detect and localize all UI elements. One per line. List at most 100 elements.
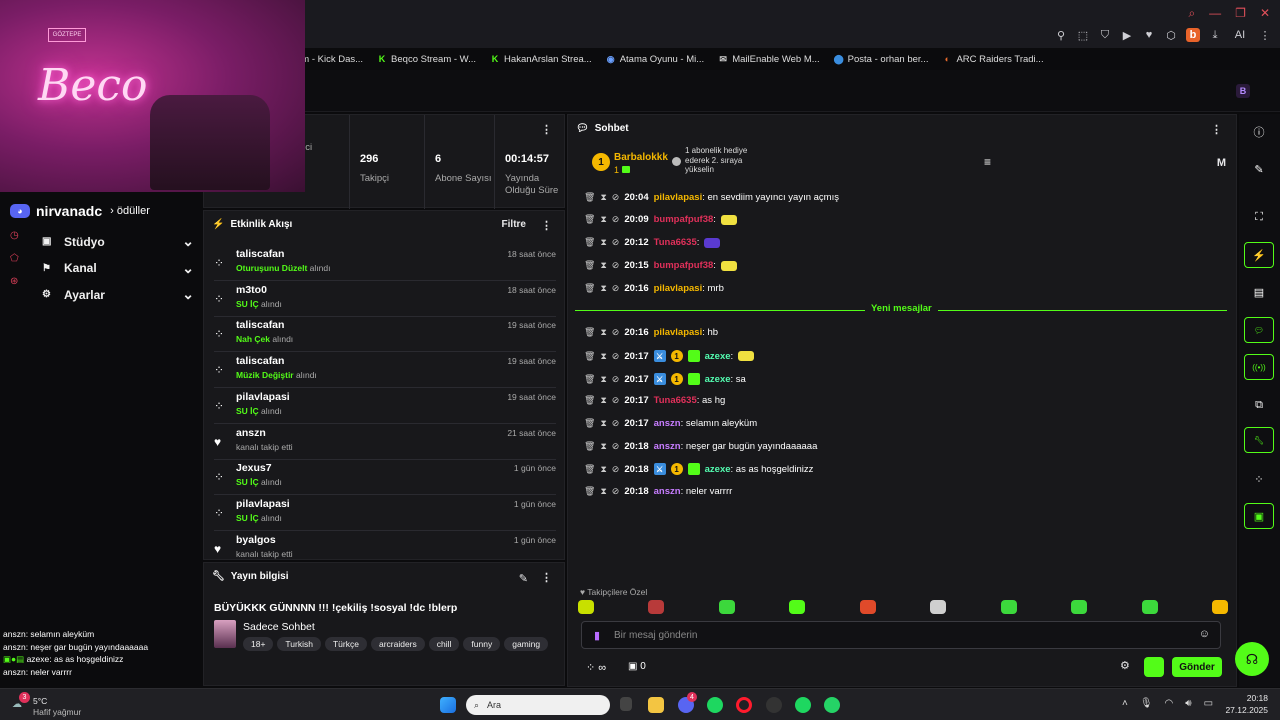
category-name[interactable]: Sadece Sohbet [243, 621, 315, 633]
trash-icon[interactable]: 🗑︎ [584, 395, 595, 406]
emote-button[interactable] [1000, 600, 1017, 614]
rail-screen-icon[interactable]: ⛶ [1244, 204, 1274, 230]
message-user[interactable]: azexe [705, 464, 731, 475]
chat-message[interactable]: 🗑︎ ⧗ ⊘ 20:12 Tuna6635: [584, 237, 721, 248]
clock[interactable]: 20:18 27.12.2025 [1224, 693, 1268, 715]
file-explorer-icon[interactable] [648, 697, 664, 713]
feed-item[interactable]: ⁘ Jexus7 SU İÇ alındı 1 gün önce [214, 460, 556, 496]
rail-pen-icon[interactable]: ✎ [1244, 156, 1274, 182]
timeout-icon[interactable]: ⧗ [600, 192, 606, 203]
trash-icon[interactable]: 🗑︎ [584, 260, 595, 271]
feed-user[interactable]: taliscafan [236, 248, 284, 260]
timeout-icon[interactable]: ⧗ [600, 464, 606, 475]
support-icon[interactable]: ☊ [1235, 642, 1269, 676]
timeout-icon[interactable]: ⧗ [600, 441, 606, 452]
chevron-down-icon[interactable]: ⌄ [182, 286, 194, 303]
feed-item[interactable]: ⁘ pilavlapasi SU İÇ alındı 19 saat önce [214, 389, 556, 424]
tag-chip[interactable]: arcraiders [370, 637, 425, 651]
trash-icon[interactable]: 🗑︎ [584, 464, 595, 475]
ban-icon[interactable]: ⊘ [612, 351, 620, 362]
rail-points-icon[interactable]: ⁘ [1244, 466, 1274, 492]
download-icon[interactable]: ⤓ [1208, 28, 1222, 42]
chest-display[interactable]: ▣ 0 [628, 661, 646, 672]
feed-user[interactable]: pilavlapasi [236, 391, 290, 403]
trash-icon[interactable]: 🗑︎ [584, 351, 595, 362]
feed-item[interactable]: ⁘ taliscafan Nah Çek alındı 19 saat önce [214, 317, 556, 353]
chat-menu-icon[interactable]: ⋮ [1211, 123, 1222, 136]
wifi-icon[interactable]: ◠ [1165, 698, 1174, 709]
edit-icon[interactable]: ✎ [519, 572, 528, 585]
chat-message[interactable]: 🗑︎ ⧗ ⊘ 20:18 ⚔ 1 azexe: as as hoşgeldinizz [584, 463, 813, 475]
extensions-icon[interactable]: ⬡ [1164, 28, 1178, 42]
steam-icon[interactable] [766, 697, 782, 713]
rewards-fragment[interactable]: › ödüller [110, 205, 150, 217]
rail-chat-icon[interactable]: 💬︎ [1244, 317, 1274, 343]
timeout-icon[interactable]: ⧗ [600, 283, 606, 294]
timeout-icon[interactable]: ⧗ [600, 260, 606, 271]
emote-button[interactable] [648, 600, 665, 614]
message-user[interactable]: bumpafpuf38 [654, 260, 714, 271]
timeout-icon[interactable]: ⧗ [600, 214, 606, 225]
trash-icon[interactable]: 🗑︎ [584, 486, 595, 497]
task-view-icon[interactable] [620, 697, 632, 711]
emote-button[interactable] [1141, 600, 1158, 614]
ban-icon[interactable]: ⊘ [612, 260, 620, 271]
chevron-down-icon[interactable]: ⌄ [182, 260, 194, 277]
chat-message[interactable]: 🗑︎ ⧗ ⊘ 20:17 Tuna6635: as hg [584, 395, 725, 406]
emote-button[interactable] [930, 600, 947, 614]
chat-mode-letter[interactable]: M [1217, 157, 1226, 169]
timeout-icon[interactable]: ⧗ [600, 237, 606, 248]
sidebar-item-settings[interactable]: ⚙ Ayarlar ⌄ [42, 286, 194, 303]
ban-icon[interactable]: ⊘ [612, 395, 620, 406]
bookmark-item[interactable]: ◐ ARC Raiders Tradi... [942, 54, 1044, 65]
brand-icon[interactable]: B [1236, 84, 1250, 98]
emote-button[interactable] [1211, 600, 1228, 614]
chevron-up-icon[interactable]: ˄ [1122, 698, 1128, 709]
message-user[interactable]: Tuna6635 [654, 395, 697, 406]
rail-note-icon[interactable]: ▤ [1244, 279, 1274, 305]
timeout-icon[interactable]: ⧗ [600, 327, 606, 338]
opera-icon[interactable] [736, 697, 752, 713]
whatsapp-icon[interactable] [824, 697, 840, 713]
ban-icon[interactable]: ⊘ [612, 214, 620, 225]
feed-item[interactable]: ⁘ taliscafan Müzik Değiştir alındı 19 saat … [214, 353, 556, 389]
trash-icon[interactable]: 🗑︎ [584, 374, 595, 385]
mic-icon[interactable]: ▮ [594, 629, 600, 642]
message-user[interactable]: anszn [654, 486, 681, 497]
trash-icon[interactable]: 🗑︎ [584, 327, 595, 338]
search-icon[interactable]: ⌕ [1188, 6, 1195, 21]
tag-chip[interactable]: Türkçe [324, 637, 367, 651]
spotify-icon-2[interactable] [795, 697, 811, 713]
timeout-icon[interactable]: ⧗ [600, 486, 606, 497]
gift-prompt[interactable]: 1 abonelik hediye ederek 2. sıraya yükse… [685, 146, 749, 175]
message-user[interactable]: azexe [705, 351, 731, 362]
ban-icon[interactable]: ⊘ [612, 374, 620, 385]
heart-icon[interactable]: ♥ [1142, 28, 1156, 42]
message-user[interactable]: pilavlapasi [654, 192, 703, 203]
category-thumb[interactable] [214, 620, 236, 648]
chat-input[interactable]: ▮ Bir mesaj gönderin ☺ [581, 621, 1221, 649]
emoji-icon[interactable]: ☺ [1199, 628, 1210, 640]
trash-icon[interactable]: 🗑︎ [584, 283, 595, 294]
start-button[interactable] [440, 697, 456, 713]
trash-icon[interactable]: 🗑︎ [584, 418, 595, 429]
info-menu-icon[interactable]: ⋮ [541, 571, 552, 584]
ai-button[interactable]: AI [1230, 28, 1250, 42]
rail-layers-icon[interactable]: ⧉ [1244, 392, 1274, 418]
chevron-down-icon[interactable]: ⌄ [182, 233, 194, 250]
close-icon[interactable]: ✕ [1260, 6, 1270, 21]
bookmark-item[interactable]: ⬤ Posta - orhan ber... [834, 54, 929, 65]
sidebar-item-studio[interactable]: ▣ Stüdyo ⌄ [42, 233, 194, 250]
feed-user[interactable]: pilavlapasi [236, 498, 290, 510]
pin-icon[interactable]: ⚲ [1054, 28, 1068, 42]
chat-message[interactable]: 🗑︎ ⧗ ⊘ 20:15 bumpafpuf38: [584, 260, 737, 271]
tag-chip[interactable]: 18+ [243, 637, 274, 651]
play-icon[interactable]: ▶ [1120, 28, 1134, 42]
rail-broadcast-icon[interactable]: ((•)) [1244, 354, 1274, 380]
feed-item[interactable]: ⁘ m3to0 SU İÇ alındı 18 saat önce [214, 282, 556, 317]
feed-item[interactable]: ♥ anszn kanalı takip etti 21 saat önce [214, 425, 556, 460]
rail-app-icon[interactable]: ▣ [1244, 503, 1274, 529]
chat-message[interactable]: 🗑︎ ⧗ ⊘ 20:16 pilavlapasi: mrb [584, 283, 724, 294]
ban-icon[interactable]: ⊘ [612, 486, 620, 497]
feed-item[interactable]: ⁘ taliscafan Oturuşunu Düzelt alındı 18 saa… [214, 246, 556, 281]
